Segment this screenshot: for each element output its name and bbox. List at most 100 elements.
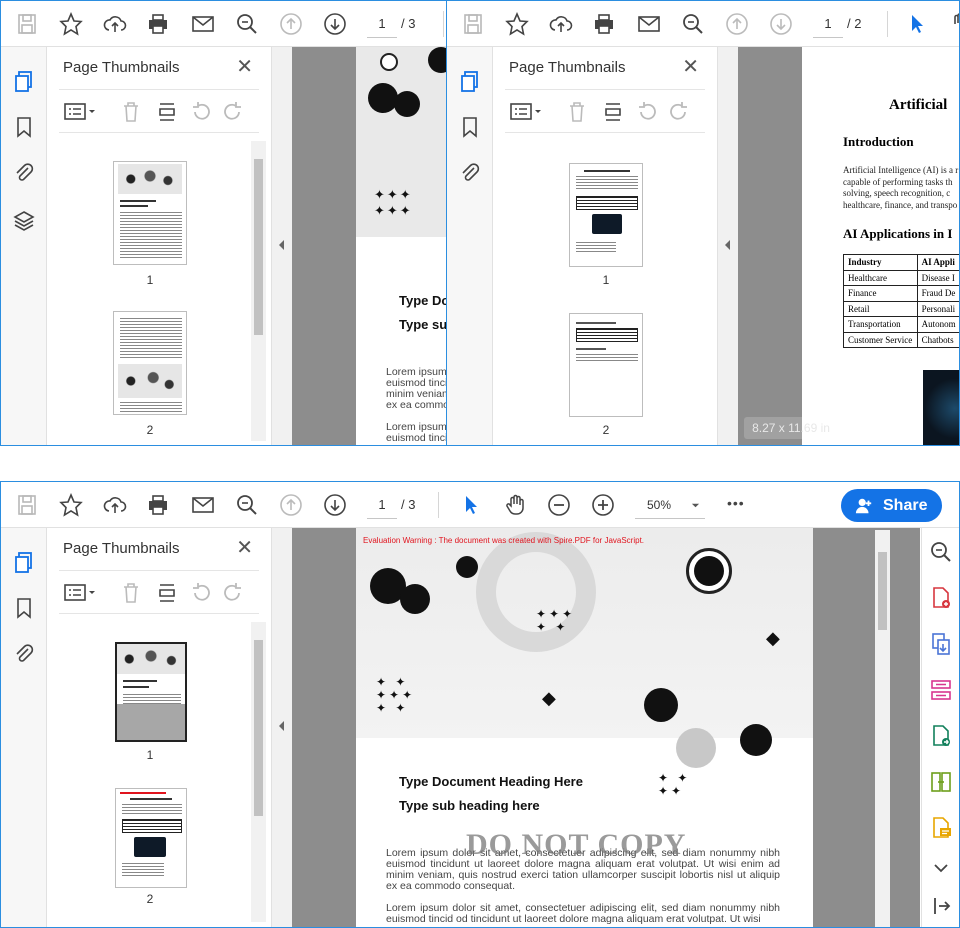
organize-pages-icon[interactable]	[929, 678, 953, 702]
compress-pdf-icon[interactable]	[929, 770, 953, 794]
thumbnails-scrollbar[interactable]	[251, 141, 266, 441]
page-number-input[interactable]: 1	[367, 10, 397, 38]
rotate-right-icon[interactable]	[667, 100, 691, 124]
table-row: Healthcare Disease I	[843, 269, 959, 286]
scroll-thumb[interactable]	[878, 552, 887, 630]
visible-area-overlay[interactable]	[117, 704, 185, 740]
more-tools-button[interactable]: •••	[727, 495, 745, 511]
close-icon[interactable]: ✕	[682, 57, 699, 77]
flower-decoration	[400, 584, 430, 614]
print-icon[interactable]	[146, 493, 170, 517]
bookmark-icon[interactable]	[12, 596, 36, 620]
zoom-search-icon[interactable]	[929, 540, 953, 564]
create-pdf-icon[interactable]	[929, 586, 953, 610]
scroll-thumb[interactable]	[254, 640, 263, 816]
doc-intro-heading: Introduction	[843, 134, 914, 149]
panel-toolbar	[59, 570, 259, 614]
layers-icon[interactable]	[12, 209, 36, 233]
panel-splitter[interactable]	[272, 528, 292, 927]
page-down-icon[interactable]	[769, 12, 793, 36]
page-thumbnails-icon[interactable]	[12, 69, 36, 93]
rotate-right-icon[interactable]	[221, 100, 245, 124]
document-scrollbar[interactable]	[875, 530, 890, 927]
insert-page-icon[interactable]	[155, 581, 179, 605]
page-thumbnail-2[interactable]	[113, 311, 187, 415]
chevron-down-icon	[691, 503, 700, 508]
attachment-icon[interactable]	[12, 642, 36, 666]
delete-icon[interactable]	[565, 100, 589, 124]
page-thumbnails-icon[interactable]	[12, 550, 36, 574]
comment-icon[interactable]	[929, 816, 953, 840]
mail-icon[interactable]	[637, 12, 661, 36]
document-area	[738, 47, 802, 445]
cloud-upload-icon[interactable]	[549, 12, 573, 36]
attachment-icon[interactable]	[12, 161, 36, 185]
page-down-icon[interactable]	[323, 493, 347, 517]
thumbnail-label: 2	[146, 892, 154, 906]
table-cell: Fraud De	[916, 285, 959, 302]
thumbnail-options-icon[interactable]	[63, 581, 99, 605]
page-thumbnail-1[interactable]	[115, 642, 187, 742]
panel-splitter[interactable]	[718, 47, 738, 445]
page-number-input[interactable]: 1	[813, 10, 843, 38]
page-up-icon[interactable]	[279, 493, 303, 517]
zoom-level-value: 50%	[647, 498, 672, 512]
page-thumbnail-1[interactable]	[113, 161, 187, 265]
print-icon[interactable]	[146, 12, 170, 36]
zoom-out-icon[interactable]	[547, 493, 571, 517]
rotate-left-icon[interactable]	[189, 581, 213, 605]
zoom-level-select[interactable]: 50%	[635, 491, 705, 519]
export-pdf-icon[interactable]	[929, 724, 953, 748]
cloud-upload-icon[interactable]	[103, 493, 127, 517]
thumbnail-options-icon[interactable]	[509, 100, 545, 124]
attachment-icon[interactable]	[458, 161, 482, 185]
star-icon[interactable]	[505, 11, 529, 36]
close-icon[interactable]: ✕	[236, 538, 253, 558]
select-cursor-icon[interactable]	[459, 493, 483, 517]
page-up-icon[interactable]	[725, 12, 749, 36]
page-thumbnails-icon[interactable]	[458, 69, 482, 93]
panel-splitter[interactable]	[272, 47, 292, 445]
thumbnail-options-icon[interactable]	[63, 100, 99, 124]
star-icon[interactable]	[59, 11, 83, 36]
rotate-left-icon[interactable]	[189, 100, 213, 124]
page-number-input[interactable]: 1	[367, 491, 397, 519]
hand-tool-icon[interactable]	[503, 493, 527, 517]
chevron-down-icon[interactable]	[929, 856, 953, 880]
ornament: ◆	[766, 628, 780, 648]
select-cursor-icon[interactable]	[905, 12, 929, 36]
page-thumbnail-2[interactable]	[115, 788, 187, 888]
page-up-icon[interactable]	[279, 12, 303, 36]
zoom-search-icon[interactable]	[681, 12, 705, 36]
insert-page-icon[interactable]	[601, 100, 625, 124]
page-thumbnail-1[interactable]	[569, 163, 643, 267]
table-cell: Personali	[916, 300, 959, 317]
share-button[interactable]: Share	[841, 489, 942, 522]
mail-icon[interactable]	[191, 493, 215, 517]
save-icon[interactable]	[461, 12, 485, 36]
bookmark-icon[interactable]	[12, 115, 36, 139]
hand-tool-icon[interactable]	[947, 12, 959, 36]
rotate-left-icon[interactable]	[635, 100, 659, 124]
delete-icon[interactable]	[119, 100, 143, 124]
delete-icon[interactable]	[119, 581, 143, 605]
mail-icon[interactable]	[191, 12, 215, 36]
collapse-pane-icon[interactable]	[929, 894, 953, 918]
page-thumbnail-2[interactable]	[569, 313, 643, 417]
star-icon[interactable]	[59, 492, 83, 517]
zoom-search-icon[interactable]	[235, 12, 259, 36]
bookmark-icon[interactable]	[458, 115, 482, 139]
zoom-in-icon[interactable]	[591, 493, 615, 517]
scroll-thumb[interactable]	[254, 159, 263, 335]
print-icon[interactable]	[592, 12, 616, 36]
save-icon[interactable]	[15, 493, 39, 517]
insert-page-icon[interactable]	[155, 100, 179, 124]
cloud-upload-icon[interactable]	[103, 12, 127, 36]
rotate-right-icon[interactable]	[221, 581, 245, 605]
zoom-search-icon[interactable]	[235, 493, 259, 517]
thumbnails-scrollbar[interactable]	[251, 622, 266, 922]
save-icon[interactable]	[15, 12, 39, 36]
combine-files-icon[interactable]	[929, 632, 953, 656]
close-icon[interactable]: ✕	[236, 57, 253, 77]
page-down-icon[interactable]	[323, 12, 347, 36]
